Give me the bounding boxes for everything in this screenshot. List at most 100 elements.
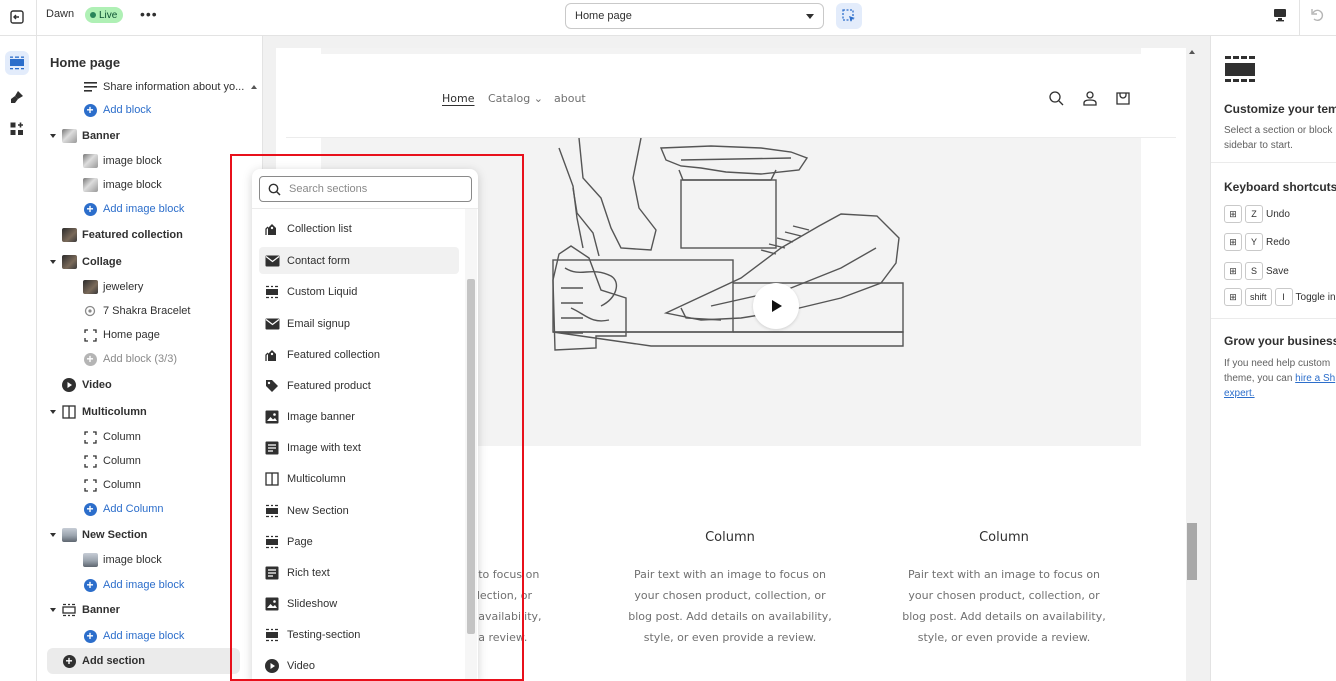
text-lines-icon [82,79,98,95]
section-option-featured-product[interactable]: Featured product [259,372,459,399]
hire-expert-link[interactable]: hire a Sh [1295,373,1335,384]
undo-icon [1311,9,1324,22]
collapse-toggle[interactable] [47,410,59,414]
settings-panel: Customize your temp Select a section or … [1210,36,1336,681]
top-bar: Dawn Live ••• Home page [0,0,1336,36]
section-option-rich-text[interactable]: Rich text [259,559,459,586]
template-select[interactable]: Home page [565,3,824,29]
apps-icon [10,122,23,135]
theme-settings-tab[interactable] [5,85,29,109]
add-column-button[interactable]: + Add Column [82,498,164,520]
sidebar-item-label: Banner [82,604,120,616]
section-option-email-signup[interactable]: Email signup [259,310,459,337]
scrollbar-thumb[interactable] [467,279,475,634]
section-option-image-banner[interactable]: Image banner [259,403,459,430]
live-badge-label: Live [99,9,118,21]
envelope-icon [264,253,280,269]
section-icon [264,534,280,550]
desktop-preview-button[interactable] [1269,4,1291,26]
section-option-image-with-text[interactable]: Image with text [259,434,459,461]
sidebar-item-column[interactable]: Column [82,474,141,496]
sidebar-item-image-block[interactable]: image block [82,549,162,571]
sidebar-item-multicolumn[interactable]: Multicolumn [47,401,147,423]
section-option-page[interactable]: Page [259,528,459,555]
add-block-button[interactable]: + Add block [82,99,151,121]
preview-scrollbar[interactable] [1186,36,1200,681]
sections-tab[interactable] [5,51,29,75]
section-option-multicolumn[interactable]: Multicolumn [259,465,459,492]
section-option-video[interactable]: Video [259,652,459,679]
scroll-up-icon[interactable] [251,85,257,89]
sidebar-item-home-page[interactable]: Home page [82,324,160,346]
inspector-toggle-button[interactable] [836,3,862,29]
sidebar-item-jewelery[interactable]: jewelery [82,276,143,298]
section-option-featured-collection[interactable]: Featured collection [259,341,459,368]
frame-icon [82,477,98,493]
collapse-toggle[interactable] [47,260,59,264]
section-option-slideshow[interactable]: Slideshow [259,590,459,617]
account-icon[interactable] [1080,88,1100,108]
sidebar-item-text-block[interactable]: Share information about yo... [82,76,244,98]
section-option-collection-list[interactable]: Collection list [259,215,459,242]
sidebar-item-banner[interactable]: Banner [47,125,120,147]
sidebar-item-column[interactable]: Column [82,450,141,472]
section-option-contact-form[interactable]: Contact form [259,247,459,274]
nav-link-catalog-label: Catalog [488,92,531,105]
shortcut-label: Save [1266,265,1289,277]
scroll-up-icon[interactable] [1189,50,1195,54]
section-search[interactable] [259,176,472,202]
app-embeds-tab[interactable] [5,117,29,141]
add-image-block-button[interactable]: + Add image block [82,198,184,220]
shortcut-key: S [1245,262,1263,280]
collapse-toggle[interactable] [47,608,59,612]
sidebar-item-column[interactable]: Column [82,426,141,448]
nav-link-home[interactable]: Home [442,92,474,105]
add-image-block-button[interactable]: + Add image block [82,625,184,647]
search-input[interactable] [289,183,459,195]
collapse-toggle[interactable] [47,533,59,537]
text-icon [264,565,280,581]
add-section-label-row[interactable]: + Add section [61,650,145,672]
section-option-new-section[interactable]: New Section [259,497,459,524]
sidebar-item-new-section[interactable]: New Section [47,524,147,546]
nav-link-about[interactable]: about [554,92,586,105]
sidebar-item-image-block[interactable]: image block [82,174,162,196]
sidebar-item-label: image block [103,554,162,566]
shortcut-label: Toggle in [1295,291,1336,303]
nav-link-catalog[interactable]: Catalog ⌄ [488,92,543,105]
caret-down-icon [50,608,56,612]
theme-name: Dawn [46,8,75,20]
sidebar-item-image-block[interactable]: image block [82,150,162,172]
text-line: collection, or [461,589,533,602]
exit-icon[interactable] [6,6,28,28]
cart-icon[interactable] [1113,88,1133,108]
play-icon [264,658,280,674]
sidebar-item-featured-collection[interactable]: Featured collection [61,224,183,246]
add-image-block-button[interactable]: + Add image block [82,574,184,596]
shortcut-toggle: ⊞ shift I Toggle in [1224,287,1336,307]
select-cursor-icon [842,9,855,22]
play-icon [772,300,782,312]
column-text: Pair text with an image to focus on your… [902,568,1106,644]
sidebar-item-video[interactable]: Video [61,374,112,396]
section-option-testing-section[interactable]: Testing-section [259,621,459,648]
section-option-custom-liquid[interactable]: Custom Liquid [259,278,459,305]
image-thumbnail [61,254,77,270]
popover-scrollbar[interactable] [465,209,477,681]
expert-link[interactable]: expert. [1224,386,1255,401]
frame-icon [82,429,98,445]
undo-button[interactable] [1306,4,1328,26]
image-icon [264,596,280,612]
section-option-label: Multicolumn [287,472,346,485]
sidebar-item-product[interactable]: 7 Shakra Bracelet [82,300,190,322]
more-actions-button[interactable]: ••• [140,6,158,22]
scrollbar-thumb[interactable] [1187,523,1197,580]
sidebar-item-banner[interactable]: Banner [47,599,120,621]
sections-icon [10,56,24,70]
video-play-button[interactable] [753,283,799,329]
collapse-toggle[interactable] [47,134,59,138]
panel-description-line: sidebar to start. [1224,140,1293,151]
image-thumbnail [61,527,77,543]
search-icon[interactable] [1046,88,1066,108]
sidebar-item-collage[interactable]: Collage [47,251,122,273]
